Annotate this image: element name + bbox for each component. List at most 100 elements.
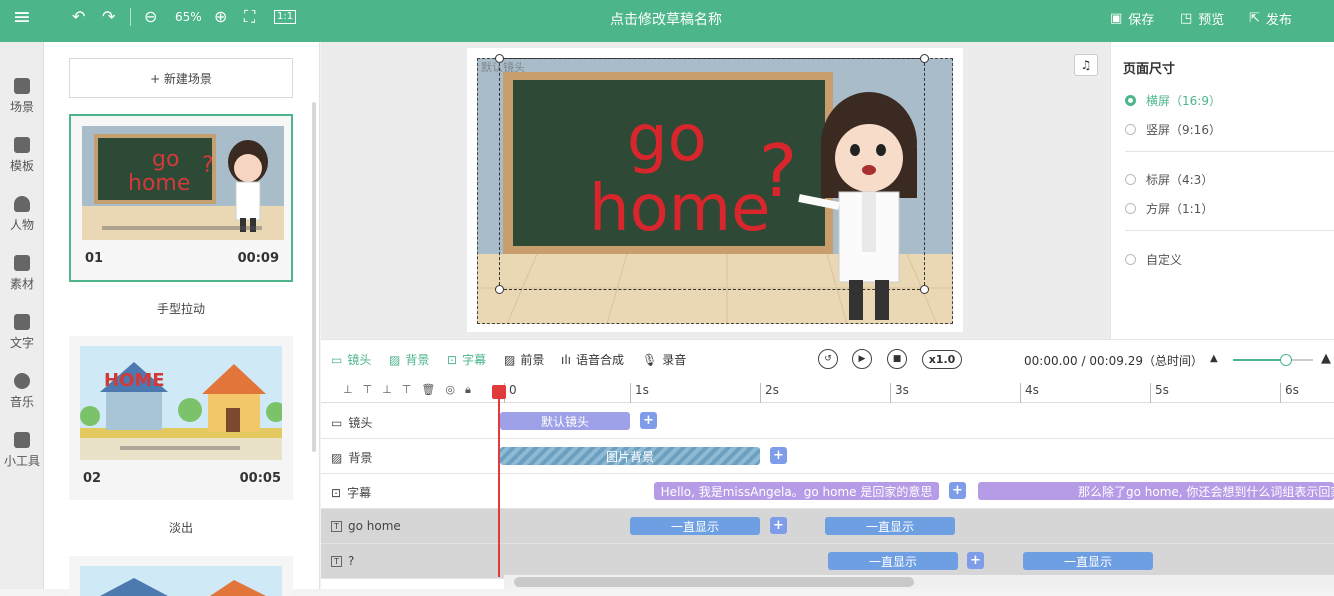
text-icon [14,314,30,330]
tab-camera[interactable]: ▭ 镜头 [331,351,371,368]
thumb-text-go: go [152,147,179,172]
add-clip-button[interactable]: + [640,412,657,429]
stop-icon[interactable]: ■ [887,349,907,369]
nav-item-music[interactable]: 音乐 [0,373,44,410]
save-icon: ▣ [1110,11,1123,26]
save-button[interactable]: ▣ 保存 [1110,9,1154,28]
nav-item-scene[interactable]: 场景 [0,78,44,115]
delete-icon[interactable]: 🗑︎ [421,383,435,397]
play-icon[interactable]: ▶ [852,349,872,369]
left-nav: 场景 模板 人物 素材 文字 音乐 小工具 [0,42,44,589]
draft-title[interactable]: 点击修改草稿名称 [560,9,772,29]
clip[interactable]: 一直显示 [1023,552,1153,570]
clip[interactable]: 一直显示 [825,517,955,535]
waveform-icon: ılı [561,352,572,367]
clip[interactable]: 一直显示 [630,517,760,535]
ruler-tick: 5s [1150,383,1169,403]
track-label: T? [331,554,354,568]
tab-subtitle[interactable]: ⊡ 字幕 [447,351,486,368]
text-icon: T [331,520,342,532]
speed-button[interactable]: x1.0 [922,350,962,369]
resize-handle[interactable] [495,285,504,294]
clip[interactable]: 默认镜头 [500,412,630,430]
align-bottom-icon[interactable]: ⊤ [402,383,412,397]
music-note-icon[interactable]: ♫ [1074,54,1098,76]
option-custom[interactable]: 自定义 [1125,251,1182,268]
option-square[interactable]: 方屏（1:1） [1125,200,1213,217]
add-clip-button[interactable]: + [770,517,787,534]
new-scene-button[interactable]: + 新建场景 [69,58,293,98]
align-top-icon[interactable]: ⊥ [343,383,353,397]
option-standard[interactable]: 标屏（4:3） [1125,171,1213,188]
visibility-icon[interactable]: ◎ [445,383,455,397]
scene-transition-label[interactable]: 手型拉动 [69,300,293,317]
selection-box[interactable] [495,54,929,294]
resize-handle[interactable] [920,54,929,63]
time-readout: 00:00.00 / 00:09.29（总时间） [1024,354,1204,368]
background-icon: ▨ [389,352,401,367]
align-up-icon[interactable]: ⊥ [382,383,392,397]
lock-icon[interactable]: 🔒︎ [465,383,471,397]
publish-button[interactable]: ⇱ 发布 [1249,9,1292,28]
scene-scrollbar[interactable] [312,102,316,452]
track-label: Tgo home [331,519,401,533]
fullscreen-icon[interactable]: ⛶ [244,8,255,26]
zoom-small-icon[interactable]: ▲ [1210,353,1218,364]
scene-card-3[interactable] [69,556,293,596]
scene-transition-label[interactable]: 淡出 [69,519,293,536]
undo-icon[interactable]: ↶ [72,8,85,26]
add-clip-button[interactable]: + [770,447,787,464]
actual-size-icon[interactable]: 1:1 [274,10,297,24]
clip[interactable]: 那么除了go home, 你还会想到什么词组表示回家 [978,482,1334,500]
ruler-tick: 6s [1280,383,1299,403]
clip[interactable]: Hello, 我是missAngela。go home 是回家的意思 [654,482,939,500]
stage[interactable]: go home ? 默认镜头 [467,48,963,332]
scene-card-1[interactable]: go home ? 01 00:09 [69,114,293,282]
nav-item-character[interactable]: 人物 [0,196,44,233]
tab-foreground[interactable]: ▨ 前景 [504,351,544,368]
track-go-home: Tgo home 一直显示 + 一直显示 [321,509,1334,544]
slider-knob[interactable] [1280,354,1292,366]
text-icon: T [331,555,342,567]
scene-card-2[interactable]: HOME 02 00:05 [69,336,293,500]
nav-item-template[interactable]: 模板 [0,137,44,174]
align-middle-icon[interactable]: ⊤ [363,383,373,397]
nav-item-text[interactable]: 文字 [0,314,44,351]
playhead[interactable] [492,385,506,577]
clip[interactable]: 一直显示 [828,552,958,570]
timeline-scrollbar[interactable] [504,575,1334,589]
ruler-tick: 1s [630,383,649,403]
radio-icon [1125,95,1136,106]
radio-icon [1125,124,1136,135]
tab-background[interactable]: ▨ 背景 [389,351,429,368]
zoom-in-icon[interactable]: ⊕ [214,8,227,26]
timeline-ruler[interactable]: ⊥ ⊤ ⊥ ⊤ 🗑︎ ◎ 🔒︎ 0 1s 2s 3s 4s 5s 6s [321,379,1334,403]
playhead-handle[interactable] [492,385,506,399]
preview-button[interactable]: ◳ 预览 [1180,9,1224,28]
resize-handle[interactable] [920,285,929,294]
camera-icon: ▭ [331,415,343,430]
option-portrait[interactable]: 竖屏（9:16） [1125,121,1221,138]
zoom-large-icon[interactable]: ▲ [1321,351,1331,366]
ruler-tick: 3s [890,383,909,403]
menu-icon[interactable]: ≡ [0,0,44,34]
redo-icon[interactable]: ↷ [102,8,115,26]
nav-item-material[interactable]: 素材 [0,255,44,292]
background-icon: ▨ [331,450,343,465]
track-camera: ▭ 镜头 默认镜头 + [321,404,1334,439]
zoom-out-icon[interactable]: ⊖ [144,8,157,26]
thumb-text-question: ? [202,153,214,178]
nav-item-tools[interactable]: 小工具 [0,432,44,469]
tab-tts[interactable]: ılı 语音合成 [561,351,624,368]
clip[interactable]: 图片背景 [500,447,760,465]
divider [130,8,131,26]
scrollbar-thumb[interactable] [514,577,914,587]
replay-icon[interactable]: ↺ [818,349,838,369]
add-clip-button[interactable]: + [967,552,984,569]
add-clip-button[interactable]: + [949,482,966,499]
ruler-tick: 4s [1020,383,1039,403]
track-label: ▭ 镜头 [331,415,373,431]
tab-record[interactable]: 🎙︎ 录音 [642,351,686,368]
timeline-zoom-slider[interactable] [1233,354,1313,366]
option-landscape[interactable]: 横屏（16:9） [1125,92,1221,109]
